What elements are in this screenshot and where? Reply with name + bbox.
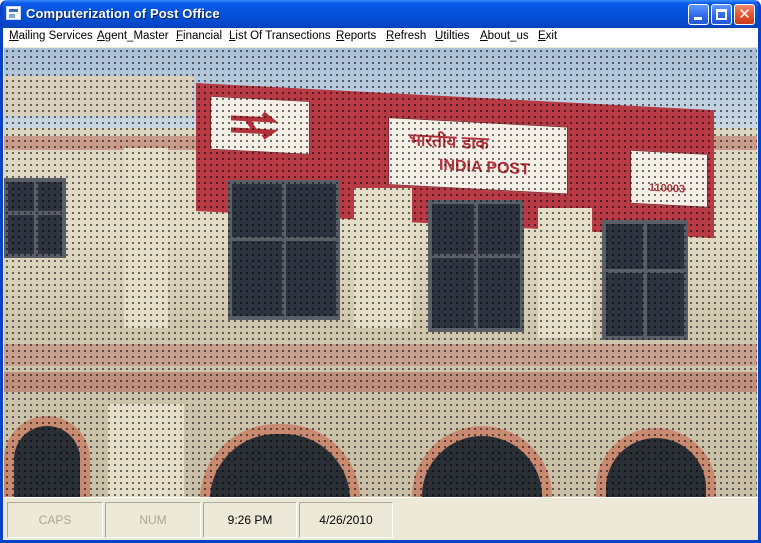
india-post-pin-panel: 110003 (630, 149, 708, 208)
status-bar: CAPS NUM 9:26 PM 4/26/2010 (3, 497, 758, 540)
photo-balcony-ledge (4, 344, 757, 366)
sign-pin-text: 110003 (649, 181, 686, 196)
menu-reports[interactable]: Reports (336, 30, 376, 42)
photo-window (228, 180, 340, 320)
photo-pillar (538, 208, 592, 338)
minimize-button[interactable] (688, 4, 709, 25)
title-bar[interactable]: Computerization of Post Office ✕ (3, 0, 758, 28)
maximize-icon (716, 9, 727, 20)
app-icon[interactable] (6, 6, 21, 20)
window-title: Computerization of Post Office (26, 6, 220, 21)
photo-arch (4, 416, 90, 497)
india-post-name-panel: भारतीय डाक INDIA POST (388, 117, 568, 195)
menu-about-us[interactable]: About_us (480, 30, 529, 42)
menu-list-of-transections[interactable]: List Of Transections (229, 30, 331, 42)
background-photo-india-post: भारतीय डाक INDIA POST 110003 (4, 48, 757, 497)
close-icon: ✕ (738, 5, 751, 23)
photo-window (4, 178, 66, 258)
status-caps: CAPS (7, 502, 103, 538)
india-post-logo-icon (231, 111, 279, 140)
main-window: Computerization of Post Office ✕ Mailing… (0, 0, 761, 543)
status-time: 9:26 PM (203, 502, 297, 538)
status-num: NUM (105, 502, 201, 538)
menu-agent-master[interactable]: Agent_Master (97, 30, 169, 42)
menu-refresh[interactable]: Refresh (386, 30, 426, 42)
close-button[interactable]: ✕ (734, 4, 755, 25)
sign-english-text: INDIA POST (439, 156, 530, 179)
status-date: 4/26/2010 (299, 502, 393, 538)
minimize-icon (694, 17, 702, 20)
menu-exit[interactable]: Exit (538, 30, 557, 42)
photo-window (428, 200, 524, 332)
photo-pillar (354, 188, 412, 328)
photo-pillar (124, 148, 168, 328)
maximize-button[interactable] (711, 4, 732, 25)
photo-arch (596, 428, 716, 497)
menu-mailing-services[interactable]: Mailing Services (9, 30, 93, 42)
photo-arch (412, 426, 552, 497)
photo-roof (4, 76, 194, 116)
india-post-logo-panel (210, 95, 310, 155)
menu-utilties[interactable]: Utilties (435, 30, 470, 42)
photo-middle-cornice (4, 372, 757, 392)
photo-window (602, 220, 688, 340)
sign-hindi-text: भारतीय डाक (409, 130, 489, 155)
photo-pillar (108, 404, 184, 497)
photo-arch (200, 424, 360, 497)
menu-financial[interactable]: Financial (176, 30, 222, 42)
menu-bar: Mailing Services Agent_Master Financial … (3, 28, 758, 47)
